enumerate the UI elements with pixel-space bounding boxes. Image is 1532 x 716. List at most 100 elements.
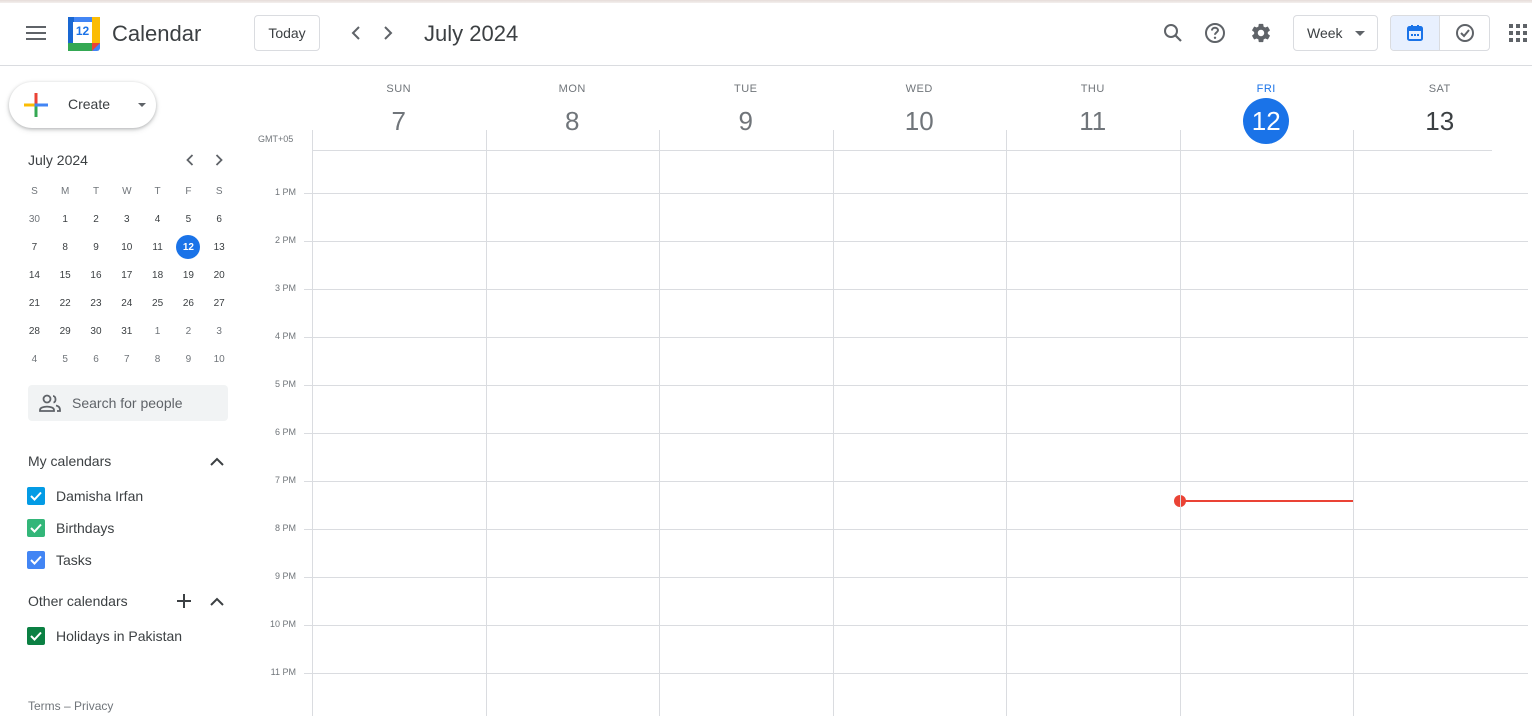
calendar-list-item[interactable]: Damisha Irfan [26,484,143,508]
mini-calendar-day[interactable]: 10 [111,233,142,261]
mini-calendar-day[interactable]: 9 [81,233,112,261]
mini-calendar-day[interactable]: 8 [50,233,81,261]
mini-calendar-day[interactable]: 15 [50,261,81,289]
hour-label: 2 PM [274,235,296,245]
mini-calendar-day[interactable]: 16 [81,261,112,289]
mini-calendar-day[interactable]: 23 [81,289,112,317]
day-column-header[interactable]: SUN 7 [312,66,486,150]
search-button[interactable] [1153,13,1193,53]
terms-link[interactable]: Terms [28,699,61,713]
mini-calendar-day[interactable]: 25 [142,289,173,317]
chevron-up-icon [210,457,224,466]
mini-calendar-day[interactable]: 6 [81,345,112,373]
add-other-calendar-button[interactable] [172,589,196,613]
app-mode-toggle [1390,15,1490,51]
calendar-checkbox[interactable] [27,551,45,569]
calendar-list-item[interactable]: Tasks [26,548,92,572]
mini-calendar-day[interactable]: 8 [142,345,173,373]
top-app-bar: 12 Calendar Today July 2024 Week [0,3,1532,66]
mini-calendar-day[interactable]: 18 [142,261,173,289]
mini-calendar-day[interactable]: 2 [81,205,112,233]
mini-calendar-day[interactable]: 19 [173,261,204,289]
day-name: FRI [1256,83,1276,95]
mini-calendar-week-row: 21 22 23 24 25 26 27 [19,289,235,317]
mini-calendar-day[interactable]: 11 [142,233,173,261]
mini-calendar-day[interactable]: 30 [19,205,50,233]
mini-calendar-day[interactable]: 24 [111,289,142,317]
previous-week-button[interactable] [338,15,374,51]
mini-calendar-day[interactable]: 20 [204,261,235,289]
mini-calendar-day[interactable]: 2 [173,317,204,345]
create-button[interactable]: Create [9,82,156,128]
mini-calendar-day-number: 3 [124,213,130,225]
main-menu-button[interactable] [16,13,56,53]
mini-calendar-day[interactable]: 17 [111,261,142,289]
mini-calendar-day[interactable]: 26 [173,289,204,317]
mini-calendar-day[interactable]: 13 [204,233,235,261]
calendar-checkbox[interactable] [27,487,45,505]
week-time-grid[interactable]: 1 PM 2 PM 3 PM 4 PM 5 PM 6 PM 7 PM 8 PM 9 PM 10 P… [270,130,1528,716]
hour-label: 5 PM [274,379,296,389]
privacy-link[interactable]: Privacy [74,699,113,713]
mini-calendar-day[interactable]: 4 [19,345,50,373]
other-calendars-collapse-button[interactable] [205,589,229,613]
mini-calendar-day[interactable]: 14 [19,261,50,289]
support-button[interactable] [1195,13,1235,53]
mini-calendar-day[interactable]: 10 [204,345,235,373]
day-number[interactable]: 9 [723,98,769,144]
today-button[interactable]: Today [254,15,320,51]
next-week-button[interactable] [370,15,406,51]
day-number[interactable]: 10 [896,98,942,144]
day-column-header[interactable]: FRI 12 [1180,66,1354,150]
settings-button[interactable] [1241,13,1281,53]
day-column-header[interactable]: TUE 9 [659,66,833,150]
mini-calendar-day[interactable]: 29 [50,317,81,345]
day-column-header[interactable]: MON 8 [486,66,660,150]
calendar-mode-button[interactable] [1391,16,1441,50]
mini-calendar-prev-button[interactable] [178,148,202,172]
mini-calendar-day[interactable]: 21 [19,289,50,317]
day-column-header[interactable]: THU 11 [1006,66,1180,150]
mini-calendar-day[interactable]: 27 [204,289,235,317]
view-switcher-dropdown[interactable]: Week [1293,15,1378,51]
mini-calendar-day[interactable]: 7 [19,233,50,261]
mini-calendar-next-button[interactable] [207,148,231,172]
mini-calendar-day[interactable]: 1 [50,205,81,233]
mini-calendar-day[interactable]: 5 [50,345,81,373]
mini-calendar-today[interactable]: 12 [173,233,204,261]
day-column-header[interactable]: SAT 13 [1353,66,1527,150]
mini-calendar-day[interactable]: 22 [50,289,81,317]
mini-calendar-weekday: S [215,185,223,197]
day-number[interactable]: 11 [1070,98,1116,144]
mini-calendar-day[interactable]: 1 [142,317,173,345]
mini-calendar-day[interactable]: 6 [204,205,235,233]
my-calendars-collapse-button[interactable] [205,449,229,473]
people-search-input[interactable] [72,393,222,413]
day-number[interactable]: 8 [549,98,595,144]
calendar-checkbox[interactable] [27,519,45,537]
day-column-header[interactable]: WED 10 [833,66,1007,150]
calendar-list-item[interactable]: Holidays in Pakistan [26,624,182,648]
hour-label: 9 PM [274,571,296,581]
mini-calendar-day[interactable]: 5 [173,205,204,233]
day-number[interactable]: 7 [376,98,422,144]
calendar-checkbox[interactable] [27,627,45,645]
mini-calendar-day-number: 9 [185,353,192,365]
calendar-list-item[interactable]: Birthdays [26,516,114,540]
mini-calendar-day-number: 13 [213,241,225,253]
day-number[interactable]: 12 [1243,98,1290,144]
mini-calendar-day[interactable]: 30 [81,317,112,345]
mini-calendar-day[interactable]: 3 [111,205,142,233]
mini-calendar-day[interactable]: 9 [173,345,204,373]
mini-calendar-day-number: 10 [121,241,133,253]
mini-calendar-day[interactable]: 4 [142,205,173,233]
google-apps-button[interactable] [1500,13,1532,53]
mini-calendar-day[interactable]: 3 [204,317,235,345]
mini-calendar-day[interactable]: 31 [111,317,142,345]
day-number[interactable]: 13 [1417,98,1463,144]
mini-calendar-day[interactable]: 7 [111,345,142,373]
mini-calendar-day-number: 17 [121,269,133,281]
mini-calendar-day[interactable]: 28 [19,317,50,345]
tasks-mode-button[interactable] [1440,16,1489,50]
day-name: TUE [734,83,758,95]
